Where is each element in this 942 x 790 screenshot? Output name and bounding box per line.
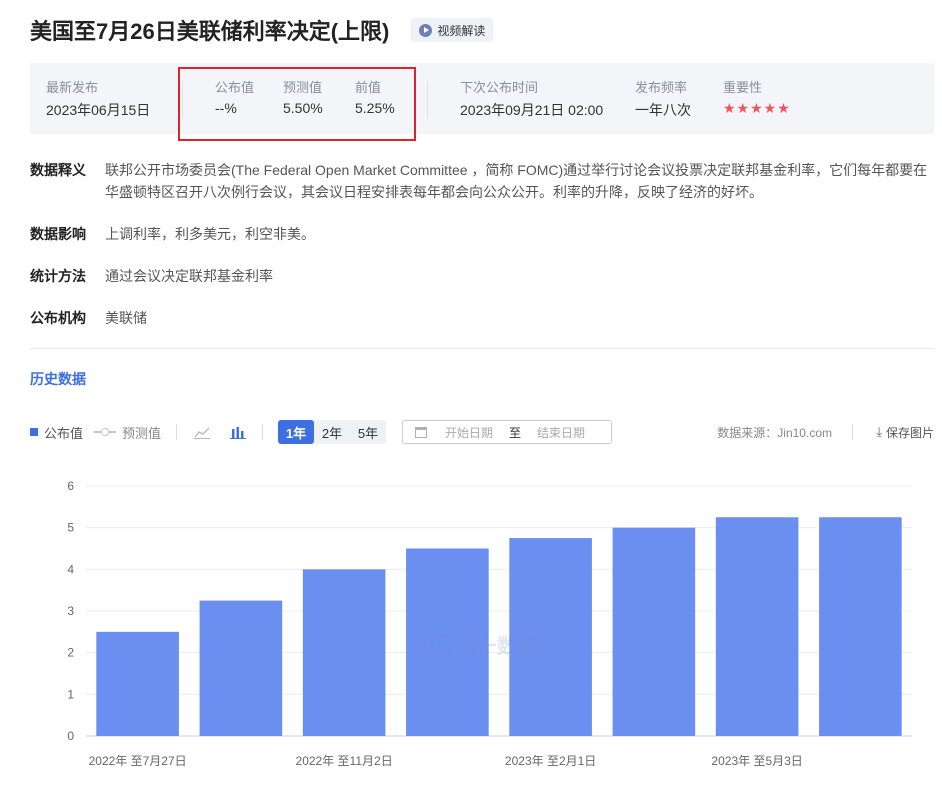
date-range-separator: 至 (509, 425, 522, 440)
history-title[interactable]: 历史数据 (30, 369, 86, 389)
x-tick-label: 2022年 至11月2日 (296, 754, 393, 768)
desc-publisher: 公布机构 美联储 (30, 307, 935, 329)
legend-actual[interactable]: 公布值 (30, 420, 83, 444)
legend-forecast[interactable]: 预测值 (94, 420, 161, 444)
desc-definition-label: 数据释义 (30, 162, 86, 178)
period-2y-button[interactable]: 2年 (314, 420, 350, 444)
next-release-label: 下次公布时间 (460, 80, 539, 95)
history-bar-chart: 0 1 2 3 4 5 6 2022年 至7月27日 2022年 至11月2日 2023年 至2月… (67, 479, 912, 768)
desc-impact: 数据影响 上调利率，利多美元，利空非美。 (30, 223, 935, 245)
latest-release-label: 最新发布 (46, 80, 99, 95)
title-row: 美国至7月26日美联储利率决定(上限) 视频解读 (30, 14, 494, 46)
video-interpretation-button[interactable]: 视频解读 (411, 18, 494, 42)
desc-impact-label: 数据影响 (30, 226, 86, 242)
frequency-value: 一年八次 (635, 102, 691, 118)
calendar-icon (415, 426, 427, 438)
highlight-box (178, 67, 416, 141)
y-tick-label: 2 (67, 646, 74, 660)
period-selector: 1年 2年 5年 (278, 420, 386, 444)
latest-release-value: 2023年06月15日 (46, 102, 151, 118)
y-tick-label: 4 (67, 562, 74, 576)
period-5y-button[interactable]: 5年 (350, 420, 386, 444)
legend-actual-label: 公布值 (44, 425, 84, 441)
next-release-value: 2023年09月21日 02:00 (460, 102, 604, 118)
desc-method: 统计方法 通过会议决定联邦基金利率 (30, 265, 935, 287)
video-interpretation-label: 视频解读 (437, 23, 486, 38)
divider (427, 81, 428, 119)
bar[interactable] (199, 600, 283, 736)
desc-definition: 数据释义 联邦公开市场委员会(The Federal Open Market C… (30, 159, 935, 203)
line-chart-toggle[interactable] (194, 420, 210, 444)
page-title: 美国至7月26日美联储利率决定(上限) (30, 19, 390, 44)
desc-publisher-text: 美联储 (105, 310, 147, 326)
end-date-input[interactable]: 结束日期 (537, 424, 585, 441)
y-tick-label: 3 (67, 604, 74, 618)
date-range-picker[interactable]: 开始日期 至 结束日期 (402, 420, 612, 444)
desc-method-label: 统计方法 (30, 268, 86, 284)
bar-chart-toggle[interactable] (230, 420, 246, 444)
importance: 重要性 ★★★★★ (723, 77, 791, 117)
frequency-label: 发布频率 (635, 80, 688, 95)
save-image-label: 保存图片 (885, 425, 934, 440)
legend-square-icon (30, 428, 38, 436)
desc-definition-text: 联邦公开市场委员会(The Federal Open Market Commit… (105, 162, 928, 200)
watermark-logo-icon (430, 633, 452, 656)
x-tick-label: 2022年 至7月27日 (89, 754, 187, 768)
desc-publisher-label: 公布机构 (30, 310, 86, 326)
bar[interactable] (819, 517, 902, 736)
divider (30, 348, 934, 349)
importance-label: 重要性 (723, 80, 763, 95)
divider (262, 424, 263, 440)
legend-line-icon (94, 427, 116, 437)
period-1y-button[interactable]: 1年 (278, 420, 314, 444)
desc-impact-text: 上调利率，利多美元，利空非美。 (105, 226, 315, 242)
download-icon: ⤓ (876, 424, 882, 439)
info-bar: 最新发布 2023年06月15日 公布值 --% 预测值 5.50% 前值 5.… (30, 63, 934, 134)
desc-method-text: 通过会议决定联邦基金利率 (105, 268, 273, 284)
watermark: 金十数据 (430, 630, 537, 659)
data-source: 数据来源：Jin10.com (717, 425, 832, 440)
watermark-text: 金十数据 (457, 636, 537, 658)
x-tick-label: 2023年 至2月1日 (505, 754, 596, 768)
start-date-input[interactable]: 开始日期 (445, 424, 493, 441)
y-tick-label: 0 (67, 729, 74, 743)
bar[interactable] (612, 527, 696, 736)
importance-stars-icon: ★★★★★ (723, 100, 791, 116)
bar[interactable] (715, 517, 799, 736)
y-tick-label: 6 (67, 479, 74, 493)
bar[interactable] (96, 631, 179, 736)
chart-toolbar: 公布值 预测值 1年 2年 5年 开始日期 至 结束日期 数据来源：Jin10.… (30, 420, 934, 444)
play-icon (419, 23, 433, 37)
divider (176, 424, 177, 440)
y-tick-label: 5 (67, 521, 74, 535)
next-release: 下次公布时间 2023年09月21日 02:00 (460, 77, 603, 120)
x-tick-label: 2023年 至5月3日 (711, 754, 802, 768)
divider (852, 424, 853, 440)
legend-forecast-label: 预测值 (122, 425, 162, 441)
frequency: 发布频率 一年八次 (635, 77, 691, 120)
line-chart-icon (194, 427, 210, 439)
latest-release: 最新发布 2023年06月15日 (46, 77, 150, 120)
bar-chart-icon (230, 427, 246, 439)
bar[interactable] (302, 569, 386, 736)
y-tick-label: 1 (67, 687, 74, 701)
save-image-button[interactable]: ⤓ 保存图片 (876, 420, 934, 444)
